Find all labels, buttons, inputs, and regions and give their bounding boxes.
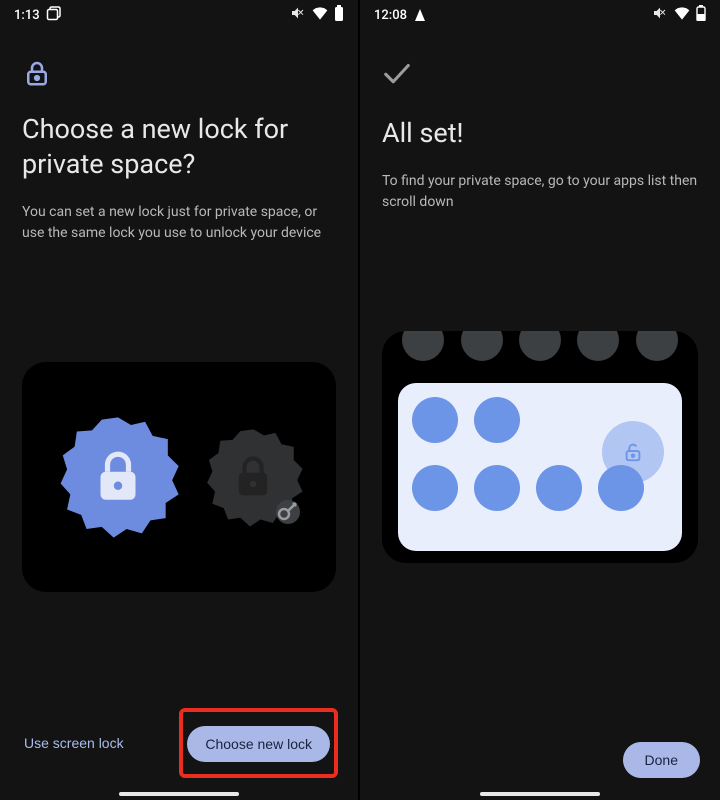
app-placeholder-dot xyxy=(461,331,503,361)
screen-all-set: 12:08 All set! To find your private s xyxy=(360,0,720,800)
multi-window-icon xyxy=(46,5,62,25)
app-placeholder-dot xyxy=(402,331,444,361)
status-bar: 1:13 xyxy=(0,0,358,30)
unlock-icon xyxy=(602,421,664,483)
private-app-dot xyxy=(474,397,520,443)
button-bar: Done xyxy=(360,742,720,778)
mute-icon xyxy=(652,5,668,25)
mute-icon xyxy=(290,5,306,25)
battery-icon xyxy=(334,5,344,25)
wifi-icon xyxy=(674,6,690,24)
lock-icon xyxy=(22,58,52,88)
status-time: 12:08 xyxy=(374,8,407,23)
private-app-dot xyxy=(536,465,582,511)
done-button[interactable]: Done xyxy=(623,742,700,778)
illustration-lock-options xyxy=(22,362,336,592)
private-space-card xyxy=(398,383,682,551)
battery-icon xyxy=(696,5,706,25)
screen-lock-graphic xyxy=(201,425,306,530)
wifi-icon xyxy=(312,6,328,24)
use-screen-lock-button[interactable]: Use screen lock xyxy=(20,725,128,761)
choose-new-lock-button[interactable]: Choose new lock xyxy=(187,726,330,762)
lock-filled-icon xyxy=(97,451,139,503)
app-placeholder-dot xyxy=(577,331,619,361)
private-app-dot xyxy=(474,465,520,511)
page-description: To find your private space, go to your a… xyxy=(382,171,698,213)
status-time: 1:13 xyxy=(14,8,40,23)
annotation-highlight: Choose new lock xyxy=(179,708,338,778)
screen-choose-lock: 1:13 Choose a new lock xyxy=(0,0,360,800)
status-icons xyxy=(290,5,344,25)
button-bar: Use screen lock Choose new lock xyxy=(0,708,358,778)
illustration-apps-preview xyxy=(382,331,698,563)
lock-grey-icon xyxy=(236,456,270,498)
app-placeholder-dot xyxy=(519,331,561,361)
page-title: Choose a new lock for private space? xyxy=(22,112,336,182)
key-badge-icon xyxy=(276,500,300,524)
new-lock-graphic xyxy=(53,412,183,542)
status-icons xyxy=(652,5,706,25)
status-bar: 12:08 xyxy=(360,0,720,30)
gesture-handle[interactable] xyxy=(480,792,600,796)
private-app-dot xyxy=(412,397,458,443)
status-indicator-icon xyxy=(415,9,425,21)
page-title: All set! xyxy=(382,116,698,151)
gesture-handle[interactable] xyxy=(119,792,239,796)
private-app-dot xyxy=(412,465,458,511)
page-description: You can set a new lock just for private … xyxy=(22,202,336,244)
checkmark-icon xyxy=(382,58,412,88)
app-placeholder-dot xyxy=(636,331,678,361)
